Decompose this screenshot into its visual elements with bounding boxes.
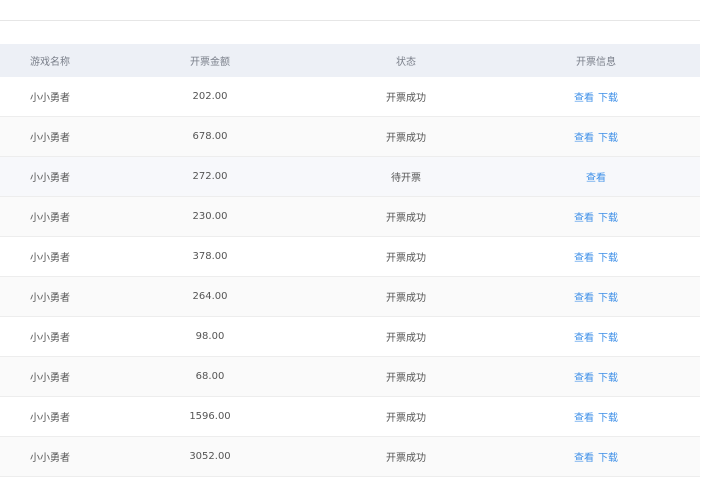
game-name-cell: 小小勇者 (30, 293, 70, 304)
view-link[interactable]: 查看 (574, 253, 594, 264)
table-row: 小小勇者 98.00 开票成功 查看 下载 (0, 317, 700, 357)
invoice-info-cell: 查看 下载 (492, 409, 700, 424)
amount-cell: 202.00 (192, 91, 228, 102)
table-row: 小小勇者 68.00 开票成功 查看 下载 (0, 357, 700, 397)
view-link[interactable]: 查看 (574, 453, 594, 464)
view-link[interactable]: 查看 (574, 333, 594, 344)
table-row: 小小勇者 378.00 开票成功 查看 下载 (0, 237, 700, 277)
game-name-cell: 小小勇者 (30, 453, 70, 464)
invoice-info-cell: 查看 下载 (492, 369, 700, 384)
header-invoice-info: 开票信息 (576, 57, 616, 68)
header-game-name: 游戏名称 (30, 57, 70, 68)
status-cell: 开票成功 (386, 253, 426, 264)
game-name-cell: 小小勇者 (30, 93, 70, 104)
download-link[interactable]: 下载 (598, 333, 618, 344)
table-header-row: 游戏名称 开票金额 状态 开票信息 (0, 44, 700, 77)
invoice-info-cell: 查看 下载 (492, 209, 700, 224)
download-link[interactable]: 下载 (598, 213, 618, 224)
table-row: 小小勇者 1596.00 开票成功 查看 下载 (0, 397, 700, 437)
download-link[interactable]: 下载 (598, 413, 618, 424)
invoice-info-cell: 查看 下载 (492, 129, 700, 144)
download-link[interactable]: 下载 (598, 453, 618, 464)
header-status: 状态 (396, 57, 416, 68)
amount-cell: 378.00 (192, 251, 228, 262)
top-divider (0, 20, 700, 21)
status-cell: 待开票 (391, 173, 421, 184)
download-link[interactable]: 下载 (598, 133, 618, 144)
game-name-cell: 小小勇者 (30, 373, 70, 384)
view-link[interactable]: 查看 (586, 173, 606, 184)
table-body: 小小勇者 202.00 开票成功 查看 下载 小小勇者 678.00 开票成功 查看 下载 小小勇者… (0, 77, 700, 477)
amount-cell: 3052.00 (189, 451, 231, 462)
game-name-cell: 小小勇者 (30, 253, 70, 264)
view-link[interactable]: 查看 (574, 213, 594, 224)
status-cell: 开票成功 (386, 413, 426, 424)
invoice-table: 游戏名称 开票金额 状态 开票信息 小小勇者 202.00 开票成功 查看 下载 小小勇者… (0, 44, 700, 477)
amount-cell: 272.00 (192, 171, 228, 182)
status-cell: 开票成功 (386, 213, 426, 224)
view-link[interactable]: 查看 (574, 93, 594, 104)
amount-cell: 264.00 (192, 291, 228, 302)
table-row: 小小勇者 678.00 开票成功 查看 下载 (0, 117, 700, 157)
amount-cell: 68.00 (195, 371, 225, 382)
status-cell: 开票成功 (386, 373, 426, 384)
view-link[interactable]: 查看 (574, 133, 594, 144)
amount-cell: 1596.00 (189, 411, 231, 422)
game-name-cell: 小小勇者 (30, 333, 70, 344)
status-cell: 开票成功 (386, 333, 426, 344)
view-link[interactable]: 查看 (574, 293, 594, 304)
table-row: 小小勇者 264.00 开票成功 查看 下载 (0, 277, 700, 317)
game-name-cell: 小小勇者 (30, 213, 70, 224)
amount-cell: 98.00 (195, 331, 225, 342)
amount-cell: 230.00 (192, 211, 228, 222)
invoice-page: 游戏名称 开票金额 状态 开票信息 小小勇者 202.00 开票成功 查看 下载 小小勇者… (0, 0, 720, 488)
table-row: 小小勇者 272.00 待开票 查看 (0, 157, 700, 197)
download-link[interactable]: 下载 (598, 253, 618, 264)
status-cell: 开票成功 (386, 453, 426, 464)
download-link[interactable]: 下载 (598, 93, 618, 104)
table-row: 小小勇者 230.00 开票成功 查看 下载 (0, 197, 700, 237)
view-link[interactable]: 查看 (574, 413, 594, 424)
amount-cell: 678.00 (192, 131, 228, 142)
view-link[interactable]: 查看 (574, 373, 594, 384)
status-cell: 开票成功 (386, 93, 426, 104)
table-row: 小小勇者 3052.00 开票成功 查看 下载 (0, 437, 700, 477)
download-link[interactable]: 下载 (598, 293, 618, 304)
invoice-info-cell: 查看 下载 (492, 249, 700, 264)
table-row: 小小勇者 202.00 开票成功 查看 下载 (0, 77, 700, 117)
game-name-cell: 小小勇者 (30, 133, 70, 144)
invoice-info-cell: 查看 (492, 169, 700, 184)
game-name-cell: 小小勇者 (30, 413, 70, 424)
invoice-info-cell: 查看 下载 (492, 329, 700, 344)
status-cell: 开票成功 (386, 293, 426, 304)
header-amount: 开票金额 (190, 57, 230, 68)
invoice-info-cell: 查看 下载 (492, 89, 700, 104)
invoice-info-cell: 查看 下载 (492, 289, 700, 304)
invoice-info-cell: 查看 下载 (492, 449, 700, 464)
game-name-cell: 小小勇者 (30, 173, 70, 184)
download-link[interactable]: 下载 (598, 373, 618, 384)
status-cell: 开票成功 (386, 133, 426, 144)
